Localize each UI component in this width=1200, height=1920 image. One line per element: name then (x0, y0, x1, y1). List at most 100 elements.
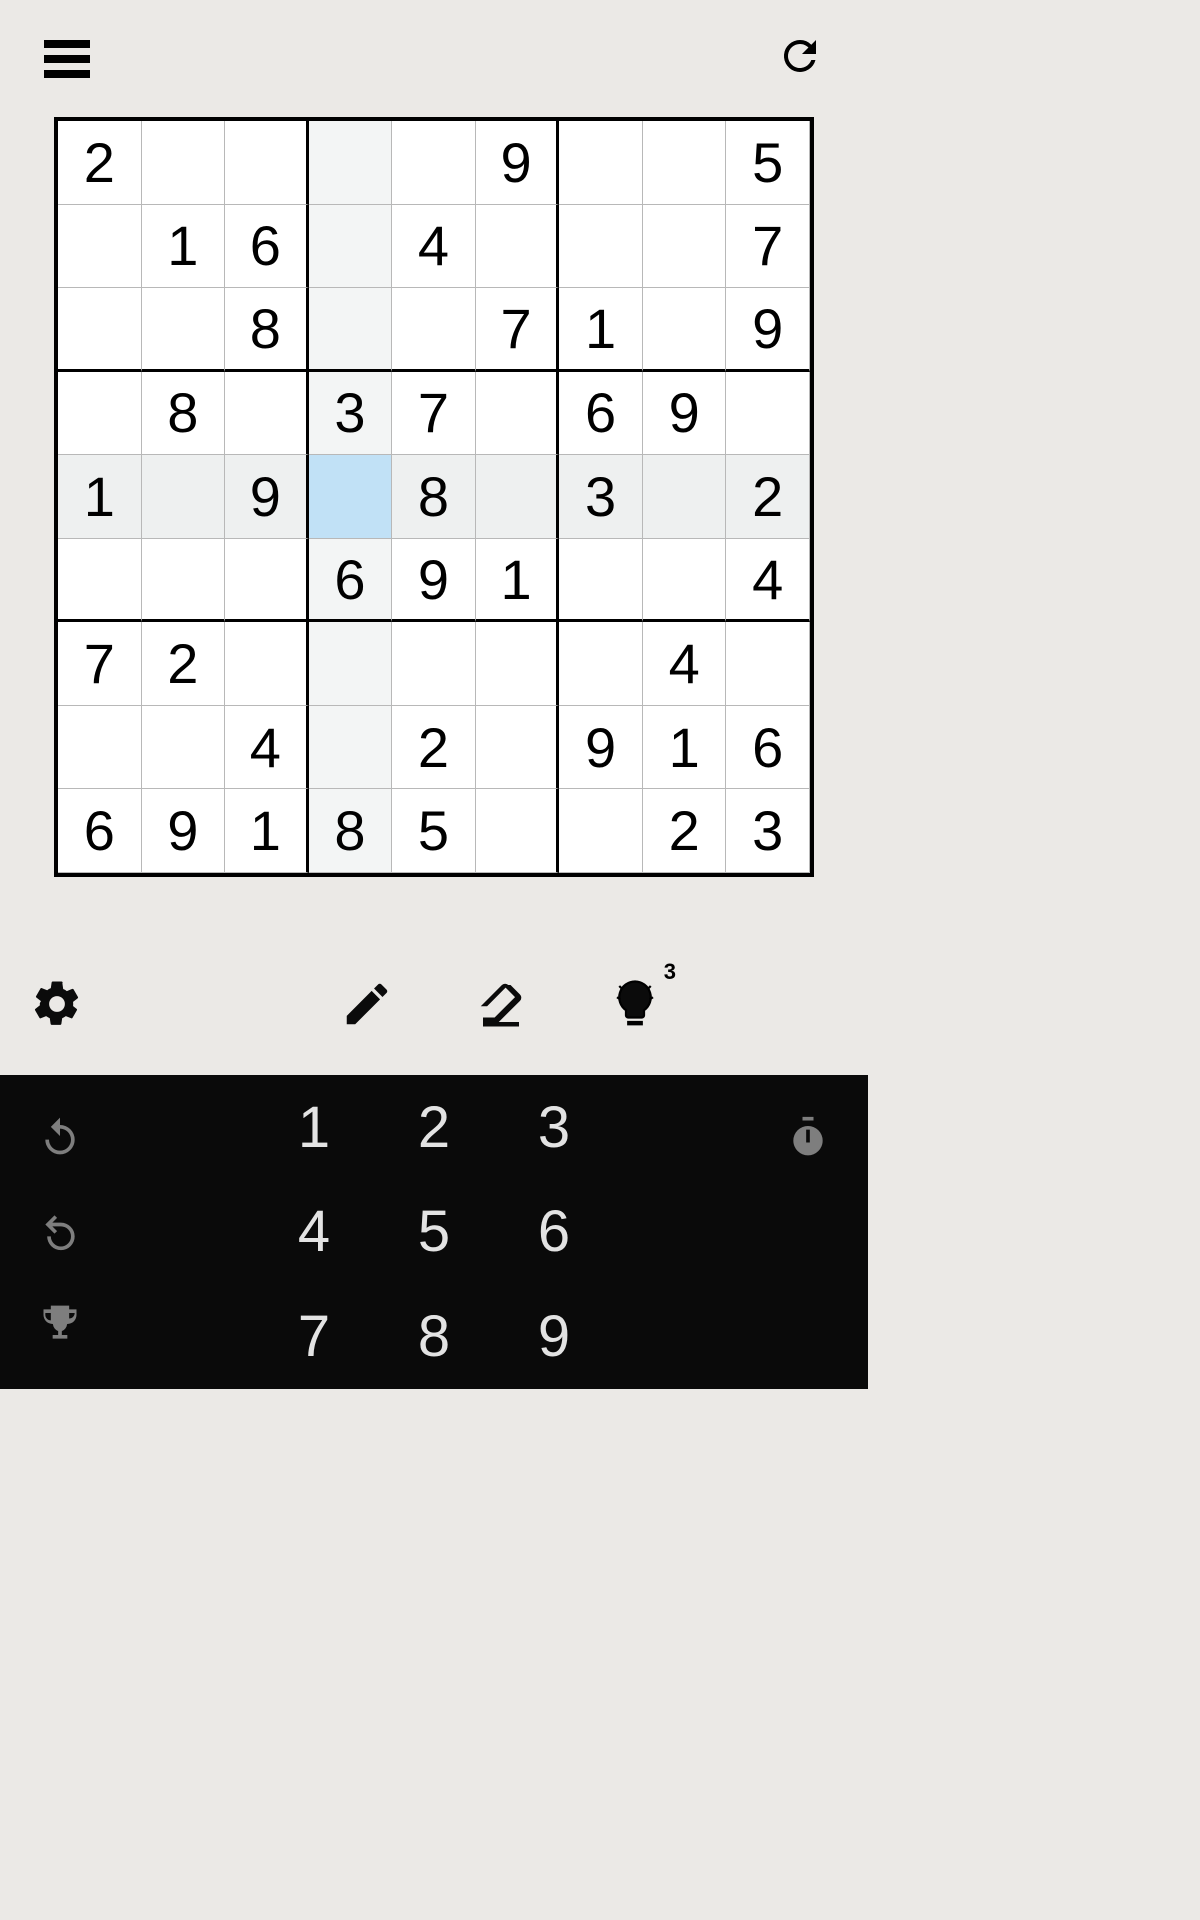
cell-r4-c1[interactable] (142, 455, 226, 539)
cell-r5-c7[interactable] (643, 539, 727, 623)
cell-r4-c2[interactable]: 9 (225, 455, 309, 539)
cell-r7-c8[interactable]: 6 (726, 706, 810, 790)
cell-r0-c4[interactable] (392, 121, 476, 205)
cell-r5-c4[interactable]: 9 (392, 539, 476, 623)
pencil-button[interactable] (340, 977, 394, 1036)
numpad-3[interactable]: 3 (494, 1094, 614, 1161)
cell-r2-c1[interactable] (142, 288, 226, 372)
cell-r5-c1[interactable] (142, 539, 226, 623)
cell-r8-c3[interactable]: 8 (309, 789, 393, 873)
restart-button[interactable] (38, 1114, 82, 1163)
cell-r3-c1[interactable]: 8 (142, 372, 226, 456)
cell-r7-c7[interactable]: 1 (643, 706, 727, 790)
cell-r3-c8[interactable] (726, 372, 810, 456)
cell-r2-c0[interactable] (58, 288, 142, 372)
cell-r7-c0[interactable] (58, 706, 142, 790)
cell-r7-c1[interactable] (142, 706, 226, 790)
numpad-5[interactable]: 5 (374, 1198, 494, 1265)
cell-r0-c0[interactable]: 2 (58, 121, 142, 205)
timer-button[interactable] (786, 1115, 830, 1164)
cell-r6-c8[interactable] (726, 622, 810, 706)
cell-r4-c6[interactable]: 3 (559, 455, 643, 539)
settings-button[interactable] (30, 977, 84, 1036)
cell-r2-c2[interactable]: 8 (225, 288, 309, 372)
cell-r2-c6[interactable]: 1 (559, 288, 643, 372)
cell-r4-c8[interactable]: 2 (726, 455, 810, 539)
menu-icon[interactable] (44, 40, 90, 78)
cell-r7-c2[interactable]: 4 (225, 706, 309, 790)
cell-r4-c0[interactable]: 1 (58, 455, 142, 539)
hint-button[interactable]: 3 (608, 977, 662, 1036)
cell-r6-c2[interactable] (225, 622, 309, 706)
numpad-8[interactable]: 8 (374, 1303, 494, 1370)
cell-r8-c1[interactable]: 9 (142, 789, 226, 873)
cell-r4-c7[interactable] (643, 455, 727, 539)
cell-r1-c8[interactable]: 7 (726, 205, 810, 289)
undo-button[interactable] (38, 1208, 82, 1257)
cell-r0-c5[interactable]: 9 (476, 121, 560, 205)
cell-r6-c6[interactable] (559, 622, 643, 706)
cell-r3-c2[interactable] (225, 372, 309, 456)
cell-r2-c3[interactable] (309, 288, 393, 372)
numpad-2[interactable]: 2 (374, 1094, 494, 1161)
cell-r1-c7[interactable] (643, 205, 727, 289)
cell-r0-c1[interactable] (142, 121, 226, 205)
cell-r3-c6[interactable]: 6 (559, 372, 643, 456)
cell-r1-c5[interactable] (476, 205, 560, 289)
cell-r1-c3[interactable] (309, 205, 393, 289)
cell-r1-c2[interactable]: 6 (225, 205, 309, 289)
cell-r4-c5[interactable] (476, 455, 560, 539)
cell-r0-c3[interactable] (309, 121, 393, 205)
cell-r1-c0[interactable] (58, 205, 142, 289)
cell-r7-c6[interactable]: 9 (559, 706, 643, 790)
cell-r5-c3[interactable]: 6 (309, 539, 393, 623)
cell-r5-c0[interactable] (58, 539, 142, 623)
cell-r5-c5[interactable]: 1 (476, 539, 560, 623)
cell-r5-c6[interactable] (559, 539, 643, 623)
cell-r0-c7[interactable] (643, 121, 727, 205)
cell-r6-c5[interactable] (476, 622, 560, 706)
cell-r6-c3[interactable] (309, 622, 393, 706)
cell-r1-c4[interactable]: 4 (392, 205, 476, 289)
cell-r6-c7[interactable]: 4 (643, 622, 727, 706)
cell-r8-c8[interactable]: 3 (726, 789, 810, 873)
cell-r8-c2[interactable]: 1 (225, 789, 309, 873)
cell-r5-c8[interactable]: 4 (726, 539, 810, 623)
cell-r8-c5[interactable] (476, 789, 560, 873)
cell-r0-c6[interactable] (559, 121, 643, 205)
cell-r8-c6[interactable] (559, 789, 643, 873)
cell-r4-c4[interactable]: 8 (392, 455, 476, 539)
cell-r1-c1[interactable]: 1 (142, 205, 226, 289)
cell-r0-c8[interactable]: 5 (726, 121, 810, 205)
cell-r3-c5[interactable] (476, 372, 560, 456)
cell-r6-c4[interactable] (392, 622, 476, 706)
cell-r3-c7[interactable]: 9 (643, 372, 727, 456)
cell-r0-c2[interactable] (225, 121, 309, 205)
numpad-9[interactable]: 9 (494, 1303, 614, 1370)
cell-r7-c4[interactable]: 2 (392, 706, 476, 790)
cell-r5-c2[interactable] (225, 539, 309, 623)
cell-r3-c3[interactable]: 3 (309, 372, 393, 456)
cell-r1-c6[interactable] (559, 205, 643, 289)
cell-r6-c0[interactable]: 7 (58, 622, 142, 706)
numpad-1[interactable]: 1 (254, 1094, 374, 1161)
cell-r2-c8[interactable]: 9 (726, 288, 810, 372)
numpad-7[interactable]: 7 (254, 1303, 374, 1370)
cell-r3-c0[interactable] (58, 372, 142, 456)
cell-r7-c3[interactable] (309, 706, 393, 790)
cell-r2-c7[interactable] (643, 288, 727, 372)
cell-r7-c5[interactable] (476, 706, 560, 790)
cell-r8-c7[interactable]: 2 (643, 789, 727, 873)
numpad-6[interactable]: 6 (494, 1198, 614, 1265)
cell-r2-c5[interactable]: 7 (476, 288, 560, 372)
refresh-icon[interactable] (776, 32, 824, 85)
trophy-button[interactable] (38, 1302, 82, 1351)
cell-r8-c4[interactable]: 5 (392, 789, 476, 873)
cell-r8-c0[interactable]: 6 (58, 789, 142, 873)
numpad-4[interactable]: 4 (254, 1198, 374, 1265)
cell-r4-c3[interactable] (309, 455, 393, 539)
cell-r3-c4[interactable]: 7 (392, 372, 476, 456)
cell-r6-c1[interactable]: 2 (142, 622, 226, 706)
cell-r2-c4[interactable] (392, 288, 476, 372)
eraser-button[interactable] (474, 977, 528, 1036)
